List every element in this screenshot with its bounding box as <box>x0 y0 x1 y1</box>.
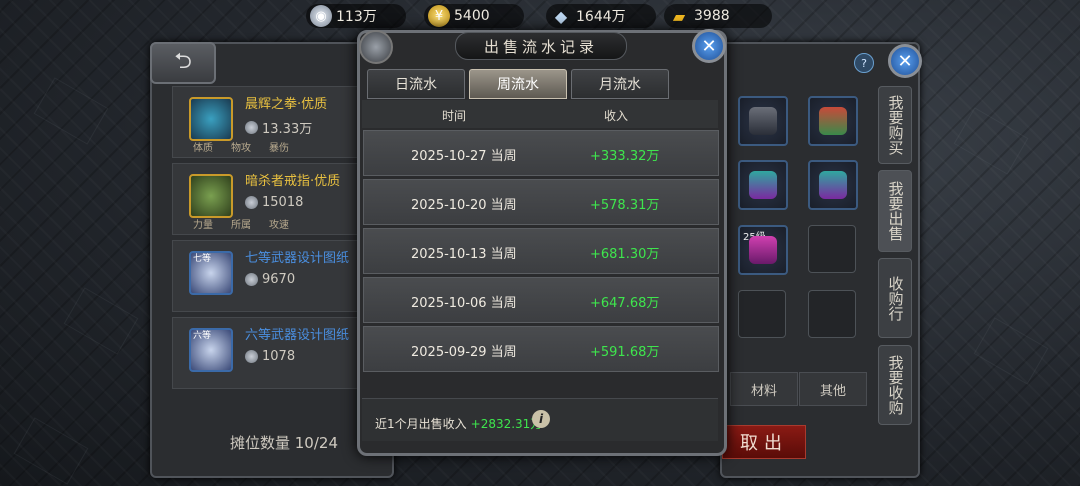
item-price: 15018 <box>245 195 303 210</box>
blueprint-icon: 六等 <box>189 328 233 372</box>
column-time: 时间 <box>442 109 467 123</box>
cancel-button[interactable]: 取出 <box>722 425 806 459</box>
item-price: 13.33万 <box>245 118 312 137</box>
item-name: 六等武器设计图纸 <box>245 328 350 343</box>
stall-count: 摊位数量 10/24 <box>230 434 338 452</box>
info-icon[interactable]: i <box>532 410 550 428</box>
tab-weekly[interactable]: 周流水 <box>469 69 567 99</box>
list-item[interactable]: 晨辉之拳·优质 13.33万 体质 物攻 暴伤 <box>172 86 374 158</box>
back-button[interactable]: ⮌ <box>150 42 216 84</box>
back-arrow-icon: ⮌ <box>174 49 192 74</box>
resource-diamond[interactable]: ◆ 1644万 <box>546 4 656 28</box>
resource-gold[interactable]: ¥ 5400 <box>424 4 524 28</box>
table-row: 2025-09-29 当周 +591.68万 <box>363 326 719 372</box>
list-item[interactable]: 七等 七等武器设计图纸 9670 <box>172 240 374 312</box>
table-header: 时间 收入 <box>362 100 718 128</box>
diamond-value: 1644万 <box>576 9 626 25</box>
blueprint-icon: 七等 <box>189 251 233 295</box>
table-row: 2025-10-27 当周 +333.32万 <box>363 130 719 176</box>
gold-coin-icon: ¥ <box>428 5 450 27</box>
close-icon[interactable]: ✕ <box>692 29 726 63</box>
item-ring-icon <box>189 174 233 218</box>
column-income: 收入 <box>604 109 629 123</box>
inventory-slot-empty[interactable] <box>808 225 856 273</box>
help-icon[interactable]: ? <box>854 53 874 73</box>
armor-icon <box>749 171 777 199</box>
armor-icon <box>819 171 847 199</box>
inventory-slot[interactable]: 25级 <box>738 225 788 275</box>
item-name: 晨辉之拳·优质 <box>245 97 328 112</box>
silver-value: 113万 <box>336 9 377 25</box>
inventory-slot-empty[interactable] <box>808 290 856 338</box>
item-price: 9670 <box>245 272 295 287</box>
tab-buy[interactable]: 我要购买 <box>878 86 912 164</box>
table-row: 2025-10-06 当周 +647.68万 <box>363 277 719 323</box>
dialog-title: 出售流水记录 <box>455 32 627 60</box>
tab-daily[interactable]: 日流水 <box>367 69 465 99</box>
list-item[interactable]: 六等 六等武器设计图纸 1078 <box>172 317 374 389</box>
table-row: 2025-10-20 当周 +578.31万 <box>363 179 719 225</box>
armor-icon <box>819 107 847 135</box>
silver-coin-icon <box>245 273 258 286</box>
tab-sell[interactable]: 我要出售 <box>878 170 912 252</box>
item-attrs: 力量 所属 攻速 <box>193 220 289 231</box>
item-price: 1078 <box>245 349 295 364</box>
tab-monthly[interactable]: 月流水 <box>571 69 669 99</box>
inventory-slot[interactable] <box>808 160 858 210</box>
inventory-slot-empty[interactable] <box>738 290 786 338</box>
item-name: 七等武器设计图纸 <box>245 251 350 266</box>
gold-bar-value: 3988 <box>694 8 730 24</box>
inventory-slot[interactable] <box>738 160 788 210</box>
dialog-ornament-icon <box>359 30 393 64</box>
item-name: 暗杀者戒指·优质 <box>245 174 341 189</box>
resource-silver[interactable]: ◉ 113万 <box>306 4 406 28</box>
gold-bar-icon: ▰ <box>672 6 686 26</box>
monthly-summary: 近1个月出售收入 +2832.31万 i <box>362 398 718 441</box>
diamond-icon: ◆ <box>554 6 568 26</box>
item-fist-icon <box>189 97 233 141</box>
gold-value: 5400 <box>454 8 490 24</box>
silver-coin-icon <box>245 196 258 209</box>
list-item[interactable]: 暗杀者戒指·优质 15018 力量 所属 攻速 <box>172 163 374 235</box>
silver-coin-icon <box>245 121 258 134</box>
silver-coin-icon: ◉ <box>310 5 332 27</box>
summary-label: 近1个月出售收入 <box>375 417 467 431</box>
table-row: 2025-10-13 当周 +681.30万 <box>363 228 719 274</box>
close-icon[interactable]: ✕ <box>888 44 922 78</box>
boots-icon <box>749 236 777 264</box>
inventory-slot[interactable] <box>738 96 788 146</box>
tab-request-purchase[interactable]: 我要收购 <box>878 345 912 425</box>
category-other[interactable]: 其他 <box>799 372 867 406</box>
resource-gold-bar[interactable]: ▰ 3988 <box>664 4 772 28</box>
item-attrs: 体质 物攻 暴伤 <box>193 143 289 154</box>
silver-coin-icon <box>245 350 258 363</box>
tab-purchase-market[interactable]: 收购行 <box>878 258 912 338</box>
inventory-slot[interactable] <box>808 96 858 146</box>
resource-bar: ◉ 113万 ¥ 5400 ◆ 1644万 ▰ 3988 <box>300 4 780 28</box>
category-materials[interactable]: 材料 <box>730 372 798 406</box>
armor-icon <box>749 107 777 135</box>
